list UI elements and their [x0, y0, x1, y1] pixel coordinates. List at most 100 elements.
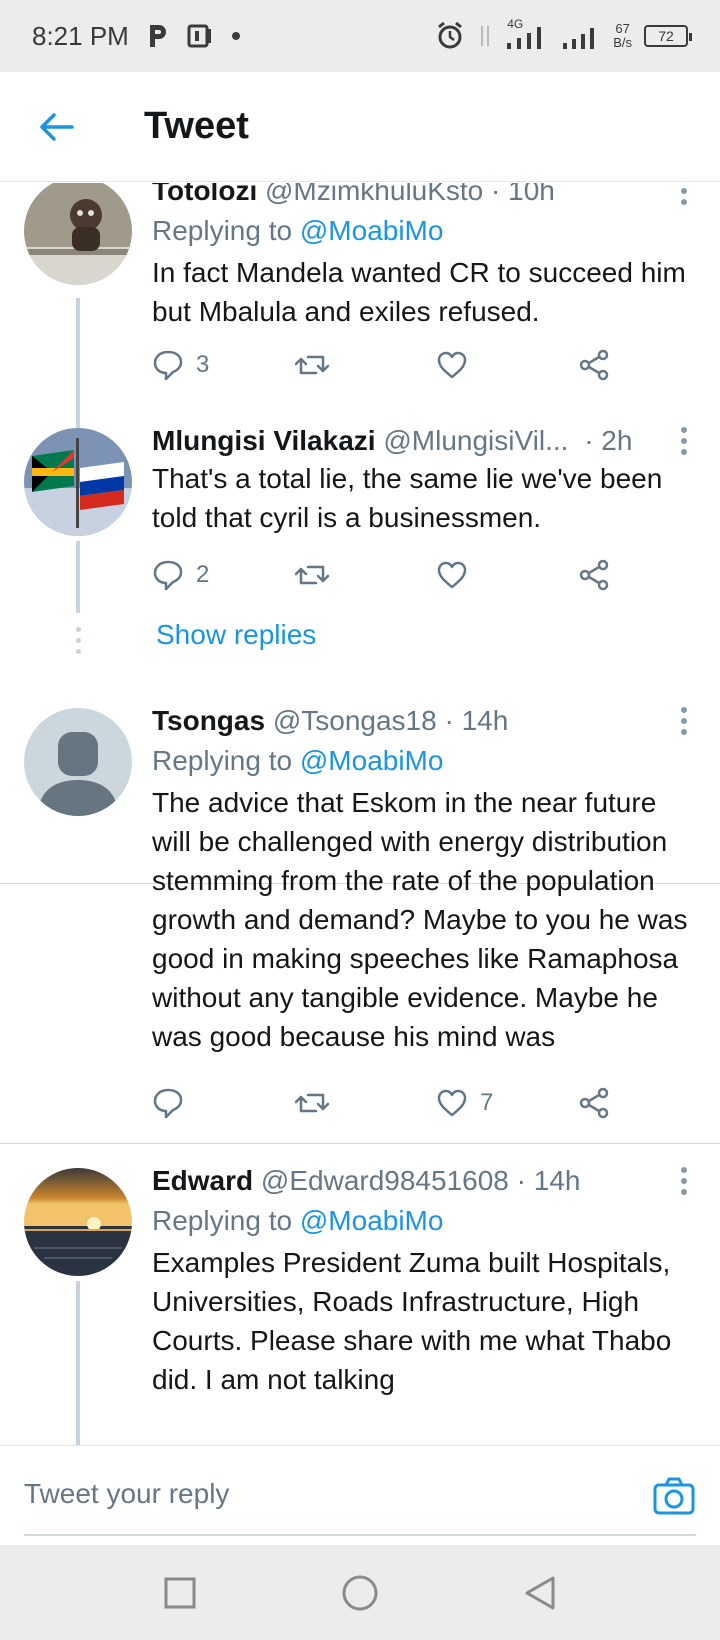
more-options-button[interactable] [672, 1163, 696, 1199]
tweet-actions: 3 [152, 343, 632, 387]
display-name[interactable]: Mlungisi Vilakazi [152, 425, 376, 456]
share-icon [579, 559, 609, 591]
tweet-item[interactable]: Tsongas @Tsongas18 · 14h Replying to @Mo… [0, 683, 720, 1144]
thread-line [76, 1281, 80, 1445]
timestamp: · 2h [584, 425, 633, 456]
like-count: 7 [480, 1089, 494, 1116]
avatar[interactable] [24, 428, 132, 536]
share-button[interactable] [578, 1087, 618, 1119]
like-button[interactable] [436, 560, 578, 590]
reply-icon [153, 1088, 183, 1119]
avatar-photo [24, 428, 132, 536]
network-speed: 67 B/s [613, 21, 632, 50]
share-icon [579, 1087, 609, 1119]
mention-link[interactable]: @MoabiMo [300, 1205, 444, 1236]
display-name[interactable]: Tsongas [152, 705, 265, 736]
signal-4g-group: 4G [505, 17, 549, 51]
tweet-actions: 2 [152, 553, 632, 597]
show-replies-link[interactable]: Show replies [156, 619, 316, 651]
timestamp: · 10h [491, 183, 555, 206]
username[interactable]: @MlungisiVil... [383, 425, 568, 456]
tweet-content: Totolozi @MzimkhuluKsto · 10h Replying t… [152, 183, 690, 331]
display-name[interactable]: Totolozi [152, 183, 257, 206]
tweet-item[interactable]: Totolozi @MzimkhuluKsto · 10h Replying t… [0, 183, 720, 428]
more-options-button[interactable] [672, 703, 696, 739]
tweet-actions: 7 [152, 1081, 632, 1125]
back-nav-button[interactable] [520, 1573, 560, 1613]
notification-icons [147, 23, 241, 49]
username[interactable]: @Tsongas18 [273, 705, 437, 736]
replying-to: Replying to @MoabiMo [152, 1205, 444, 1236]
avatar[interactable] [24, 708, 132, 816]
reply-count: 2 [196, 561, 210, 588]
tweet-content: Edward @Edward98451608 · 14h Replying to… [152, 1163, 690, 1399]
more-options-button[interactable] [672, 423, 696, 459]
timestamp: · 14h [516, 1165, 581, 1196]
reply-button[interactable]: 3 [152, 349, 294, 381]
square-icon [164, 1577, 196, 1608]
like-button[interactable] [436, 350, 578, 380]
tweet-header: Totolozi @MzimkhuluKsto · 10h [152, 183, 690, 209]
timestamp: · 14h [444, 705, 509, 736]
tweet-text: In fact Mandela wanted CR to succeed him… [152, 257, 686, 327]
triangle-back-icon [525, 1576, 555, 1609]
arrow-left-icon [40, 112, 74, 141]
reply-feed[interactable]: Totolozi @MzimkhuluKsto · 10h Replying t… [0, 183, 720, 1445]
recent-apps-button[interactable] [160, 1573, 200, 1613]
tweet-content: Mlungisi Vilakazi @MlungisiVil... · 2h T… [152, 423, 690, 537]
thread-line [76, 298, 80, 428]
alarm-icon [438, 21, 463, 49]
reply-button[interactable]: 2 [152, 559, 294, 591]
heart-icon [437, 351, 467, 379]
default-avatar-icon [24, 708, 132, 816]
data-transfer-icon [481, 26, 490, 46]
mention-link[interactable]: @MoabiMo [300, 745, 444, 776]
system-navigation-bar [0, 1545, 720, 1640]
share-button[interactable] [578, 559, 618, 591]
page-title: Tweet [144, 105, 249, 147]
tweet-content: Tsongas @Tsongas18 · 14h Replying to @Mo… [152, 703, 690, 1056]
tweet-item[interactable]: Edward @Edward98451608 · 14h Replying to… [0, 1143, 720, 1445]
status-right-icons: 4G 67 B/s 72 [435, 17, 692, 51]
tweet-header: Edward @Edward98451608 · 14h [152, 1163, 690, 1199]
retweet-icon [294, 1093, 330, 1113]
retweet-button[interactable] [294, 559, 436, 591]
like-button[interactable]: 7 [436, 1088, 578, 1118]
retweet-button[interactable] [294, 349, 436, 381]
replying-to: Replying to @MoabiMo [152, 745, 444, 776]
reply-composer [0, 1445, 720, 1545]
share-icon [579, 349, 609, 381]
avatar-photo [24, 1168, 132, 1276]
camera-button[interactable] [652, 1476, 696, 1516]
status-time: 8:21 PM [32, 20, 129, 51]
back-button[interactable] [26, 97, 86, 157]
more-options-button[interactable] [672, 183, 696, 209]
input-underline [24, 1534, 696, 1536]
share-button[interactable] [578, 349, 618, 381]
reply-icon [153, 350, 183, 381]
signal-strength-icon [507, 27, 542, 49]
avatar-photo [24, 183, 132, 285]
username[interactable]: @MzimkhuluKsto [265, 183, 483, 206]
mention-link[interactable]: @MoabiMo [300, 215, 444, 246]
retweet-button[interactable] [294, 1087, 436, 1119]
battery-icon: 72 [644, 25, 692, 47]
tweet-text: Examples President Zuma built Hospitals,… [152, 1247, 672, 1395]
pocket-app-icon [187, 24, 211, 48]
status-bar: 8:21 PM 4G 67 B/s 72 [0, 0, 720, 72]
display-name[interactable]: Edward [152, 1165, 253, 1196]
thread-line [76, 541, 80, 613]
tweet-header: Mlungisi Vilakazi @MlungisiVil... · 2h [152, 423, 690, 459]
tweet-detail-screen: 8:21 PM 4G 67 B/s 72 Tweet Totolozi @Mzi… [0, 0, 720, 1640]
dot-icon [231, 32, 240, 40]
avatar[interactable] [24, 1168, 132, 1276]
top-app-bar: Tweet [0, 72, 720, 182]
home-button[interactable] [340, 1573, 380, 1613]
username[interactable]: @Edward98451608 [261, 1165, 509, 1196]
reply-input[interactable] [24, 1470, 584, 1518]
tweet-header: Tsongas @Tsongas18 · 14h [152, 703, 690, 739]
reply-button[interactable] [152, 1087, 294, 1119]
retweet-icon [294, 355, 330, 375]
avatar[interactable] [24, 183, 132, 285]
parking-app-icon [149, 25, 166, 47]
